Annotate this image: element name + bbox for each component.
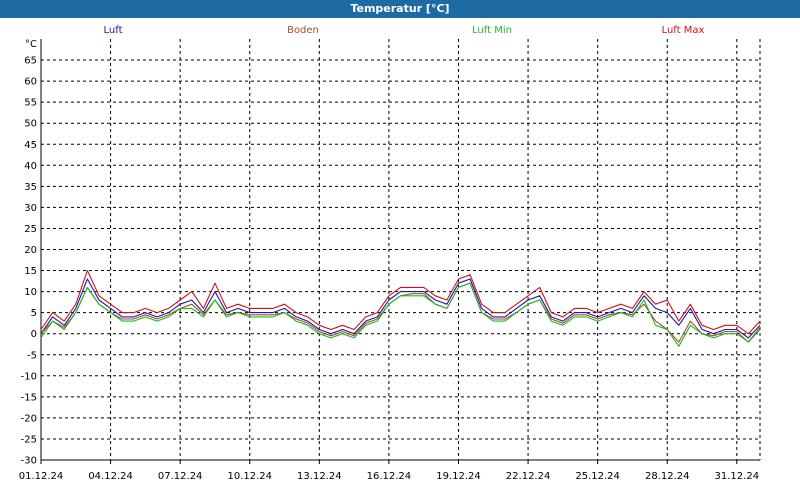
x-tick-label: 16.12.24 [367, 471, 412, 482]
y-tick-label: 0 [31, 329, 37, 340]
y-axis-unit: °C [25, 39, 37, 50]
x-tick-label: 25.12.24 [575, 471, 620, 482]
y-tick-label: 10 [24, 287, 37, 298]
y-tick-label: 65 [24, 56, 37, 67]
y-tick-label: 20 [24, 245, 37, 256]
legend-entry: Luft Min [472, 25, 512, 36]
y-tick-label: -20 [21, 413, 37, 424]
y-tick-label: -30 [21, 456, 37, 467]
x-tick-label: 04.12.24 [88, 471, 133, 482]
x-tick-label: 01.12.24 [19, 471, 64, 482]
x-tick-label: 28.12.24 [645, 471, 690, 482]
y-tick-label: 55 [24, 98, 37, 109]
x-tick-label: 07.12.24 [158, 471, 203, 482]
legend: Luft Boden Luft Min Luft Max [104, 25, 705, 36]
y-tick-label: 50 [24, 119, 37, 130]
x-axis-tick-labels: 01.12.24 04.12.24 07.12.24 10.12.24 13.12.24… [19, 471, 759, 482]
series-lines [40, 269, 761, 347]
legend-entry: Luft [104, 25, 123, 36]
chart-title: Temperatur [°C] [0, 0, 800, 18]
y-tick-label: -15 [21, 392, 37, 403]
y-tick-label: 15 [24, 266, 37, 277]
y-tick-label: 40 [24, 161, 37, 172]
y-tick-label: 25 [24, 224, 37, 235]
y-tick-label: -25 [21, 434, 37, 445]
series-line-luft-max [40, 269, 761, 335]
x-tick-label: 31.12.24 [715, 471, 760, 482]
legend-entry: Boden [287, 25, 319, 36]
y-tick-label: 30 [24, 203, 37, 214]
axes [40, 39, 760, 464]
grid-lines [41, 39, 761, 461]
y-axis-tick-labels: 65605550454035302520151050-5-10-15-20-25… [21, 39, 37, 467]
y-tick-label: 60 [24, 77, 37, 88]
x-tick-label: 10.12.24 [227, 471, 272, 482]
series-line-luft-min [40, 282, 761, 347]
temperature-chart: 65605550454035302520151050-5-10-15-20-25… [19, 25, 761, 482]
y-tick-label: 45 [24, 140, 37, 151]
y-tick-label: -10 [21, 371, 37, 382]
x-tick-label: 13.12.24 [297, 471, 342, 482]
y-tick-label: 5 [31, 308, 37, 319]
y-tick-label: 35 [24, 182, 37, 193]
x-tick-label: 22.12.24 [506, 471, 551, 482]
x-tick-label: 19.12.24 [436, 471, 481, 482]
legend-entry: Luft Max [662, 25, 705, 36]
y-tick-label: -5 [27, 350, 37, 361]
